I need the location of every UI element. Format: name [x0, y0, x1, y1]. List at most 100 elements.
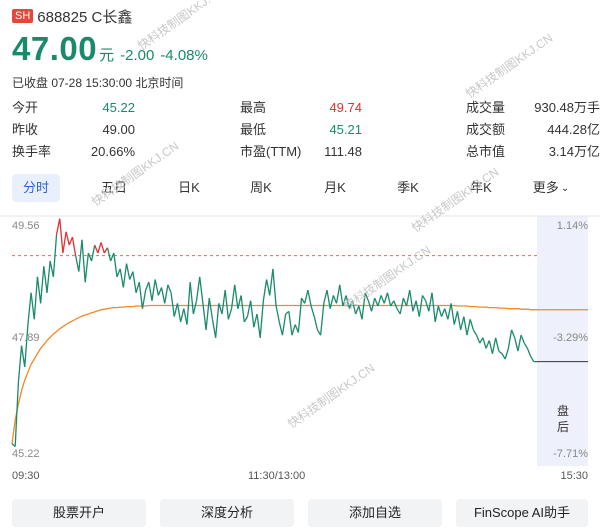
price-line-segment	[71, 237, 77, 256]
chart-period-tabs: 分时 五日 日K 周K 月K 季K 年K 更多 ⌄	[12, 174, 588, 202]
price-line-segment	[87, 252, 93, 262]
price-line-segment	[351, 300, 357, 315]
stat-value: 49.74	[329, 100, 362, 115]
price-row: 47.00 元 -2.00 -4.08%	[12, 30, 208, 70]
price-line-segment	[94, 244, 99, 254]
stat-value: 45.22	[102, 100, 135, 115]
price-line-segment	[339, 284, 344, 307]
avg-price-line	[11, 304, 537, 444]
price-line-segment	[36, 276, 42, 304]
price-line-segment	[358, 305, 363, 320]
price-line-segment	[100, 242, 105, 254]
tab-five-day[interactable]: 五日	[89, 174, 139, 202]
finscope-ai-button[interactable]: FinScope AI助手	[456, 499, 588, 527]
price-line-segment	[151, 279, 156, 301]
price-line-segment	[106, 247, 112, 262]
tab-intraday[interactable]: 分时	[12, 174, 60, 202]
price-line-segment	[138, 282, 144, 309]
price-line-segment	[33, 276, 39, 320]
price-line-segment	[81, 239, 86, 283]
price-line-segment	[224, 290, 230, 320]
price-line-segment	[205, 298, 210, 330]
tab-quarterly-k[interactable]: 季K	[387, 174, 429, 202]
price-line-segment	[421, 295, 427, 302]
price-line-segment	[380, 295, 385, 304]
price-line-segment	[49, 260, 55, 278]
intraday-chart[interactable]: 49.56 47.89 45.22 1.14% -3.29% -7.71% 盘后	[0, 208, 600, 466]
price-line-segment	[145, 281, 150, 291]
price-line-segment	[119, 268, 125, 288]
stat-value: 45.21	[329, 122, 362, 137]
price-line-segment	[243, 316, 249, 323]
price-line-segment	[20, 345, 26, 368]
stat-open: 今开 45.22	[12, 98, 135, 118]
price-line-segment	[176, 303, 182, 323]
stat-label: 总市值	[466, 144, 506, 159]
price-line-segment	[434, 305, 440, 323]
time-start: 09:30	[12, 470, 40, 482]
tab-weekly-k[interactable]: 周K	[240, 174, 282, 202]
stat-value: 111.48	[324, 144, 362, 159]
stat-value: 930.48万手	[534, 100, 600, 115]
price-line-segment	[125, 263, 131, 280]
pct-tick-mid: -3.29%	[553, 332, 588, 344]
price-line-segment	[370, 297, 376, 312]
y-tick-bottom: 45.22	[12, 448, 40, 460]
price-line-segment	[342, 295, 347, 307]
price-line-segment	[431, 292, 436, 322]
price-line-segment	[27, 292, 32, 325]
price-line-segment	[313, 316, 319, 331]
intraday-chart-svg	[0, 215, 600, 447]
price-line-segment	[170, 292, 175, 317]
price-line-segment	[116, 268, 121, 278]
time-axis: 09:30 11:30/13:00 15:30	[0, 470, 600, 486]
price-line-segment	[278, 321, 284, 336]
price-line-segment	[355, 305, 360, 315]
price-line-segment	[472, 329, 478, 336]
price-line-segment	[180, 308, 185, 323]
price-line-segment	[59, 218, 64, 254]
price-line-segment	[221, 290, 226, 315]
open-account-button[interactable]: 股票开户	[12, 499, 146, 527]
price-line-segment	[43, 266, 48, 293]
stat-pe: 市盈(TTM) 111.48	[240, 142, 362, 162]
price-line-segment	[310, 305, 315, 317]
price-line-segment	[39, 266, 45, 304]
stat-label: 今开	[12, 100, 39, 115]
price-line-segment	[202, 303, 207, 330]
price-line-segment	[304, 289, 309, 304]
price-line-segment	[444, 308, 449, 320]
time-mid: 11:30/13:00	[248, 470, 306, 482]
price-line-segment	[437, 305, 443, 317]
price-line-segment	[469, 319, 474, 331]
price-line-segment	[272, 268, 277, 307]
pct-tick-bottom: -7.71%	[553, 448, 588, 460]
stat-label: 换手率	[12, 144, 52, 159]
price-line-segment	[256, 313, 261, 338]
price-line-segment	[240, 295, 245, 322]
price-line-segment	[199, 276, 204, 304]
stat-market-cap: 总市值 3.14万亿	[466, 142, 600, 162]
price-line-segment	[485, 340, 490, 349]
tab-daily-k[interactable]: 日K	[169, 174, 209, 202]
price-line-segment	[154, 279, 160, 296]
price-line-segment	[440, 308, 446, 317]
add-watchlist-button[interactable]: 添加自选	[308, 499, 442, 527]
price-line-segment	[348, 300, 354, 309]
tab-monthly-k[interactable]: 月K	[314, 174, 356, 202]
price-line-segment	[335, 284, 341, 304]
deep-analysis-button[interactable]: 深度分析	[160, 499, 294, 527]
price-line-segment	[495, 337, 500, 352]
tab-more[interactable]: 更多 ⌄	[527, 174, 575, 202]
price-change-percent: -4.08%	[160, 47, 208, 64]
price-line-segment	[17, 345, 23, 383]
price-line-segment	[157, 287, 163, 296]
price-line-segment	[504, 348, 509, 360]
price-line-segment	[514, 337, 519, 352]
y-tick-top: 49.56	[12, 220, 40, 232]
price-line-segment	[46, 260, 51, 293]
price-line-segment	[288, 311, 293, 336]
price-line-segment	[507, 329, 513, 349]
price-line-segment	[281, 313, 287, 336]
tab-yearly-k[interactable]: 年K	[460, 174, 502, 202]
